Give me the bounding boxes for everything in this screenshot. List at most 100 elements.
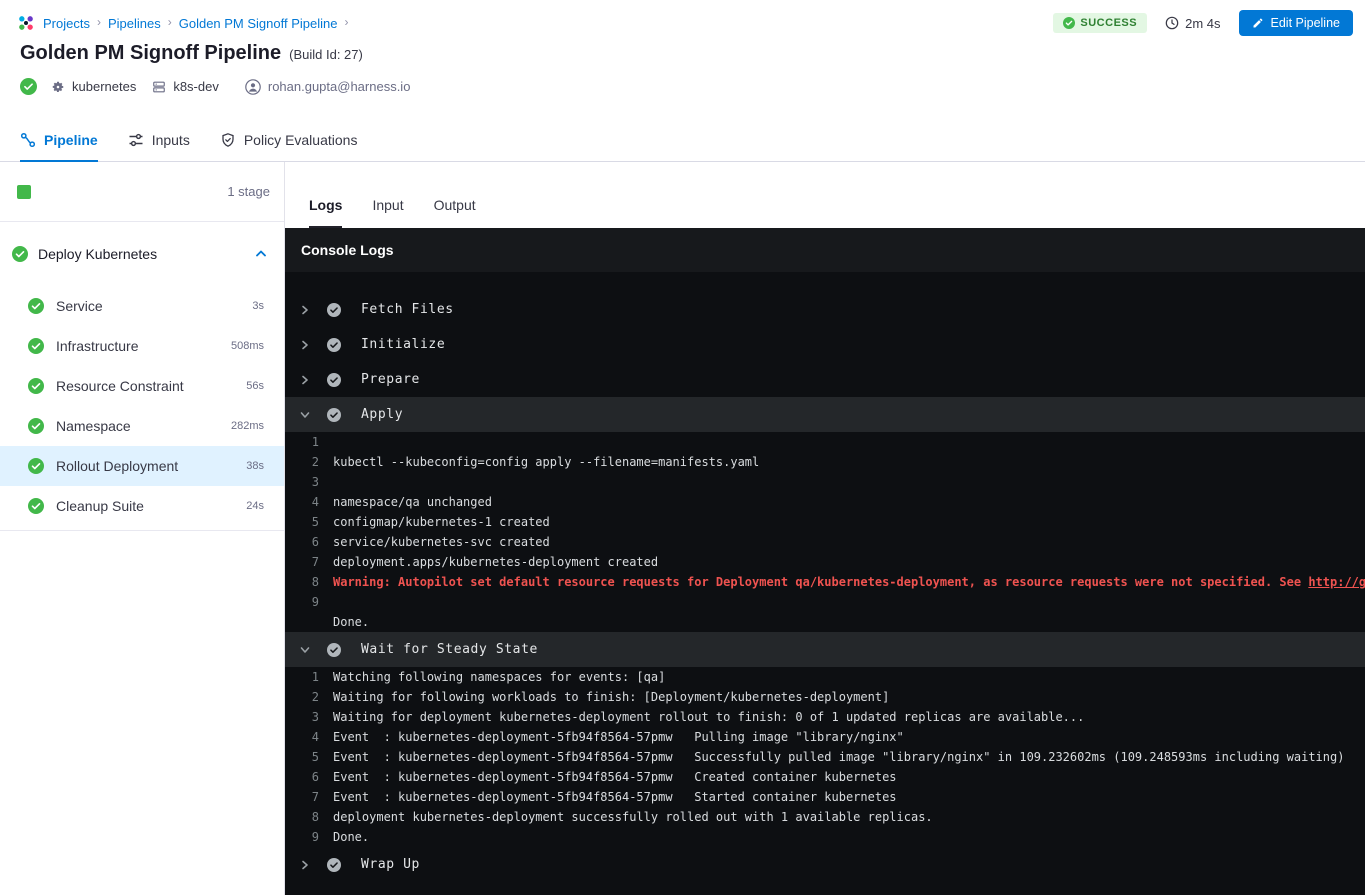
console-body[interactable]: Fetch FilesInitializePrepareApply12kubec… bbox=[285, 272, 1365, 895]
chevron-down-icon[interactable] bbox=[299, 645, 311, 655]
log-line: 7deployment.apps/kubernetes-deployment c… bbox=[285, 552, 1365, 572]
section-success-icon bbox=[327, 373, 341, 387]
step-success-icon bbox=[28, 458, 44, 474]
log-line: 8Warning: Autopilot set default resource… bbox=[285, 572, 1365, 592]
line-number: 7 bbox=[285, 787, 319, 807]
line-number: 6 bbox=[285, 532, 319, 552]
chevron-right-icon[interactable] bbox=[299, 340, 311, 350]
step-name: Namespace bbox=[56, 418, 219, 434]
line-text: Done. bbox=[319, 612, 369, 632]
line-text bbox=[319, 432, 333, 452]
console: Console Logs Fetch FilesInitializePrepar… bbox=[285, 228, 1365, 895]
log-section-wait-for-steady-state[interactable]: Wait for Steady State bbox=[285, 632, 1365, 667]
line-text: kubectl --kubeconfig=config apply --file… bbox=[319, 452, 759, 472]
line-number: 3 bbox=[285, 472, 319, 492]
step-name: Rollout Deployment bbox=[56, 458, 234, 474]
log-tab-input[interactable]: Input bbox=[372, 197, 403, 228]
cluster-icon bbox=[152, 80, 166, 94]
line-number: 1 bbox=[285, 667, 319, 687]
log-tab-output[interactable]: Output bbox=[434, 197, 476, 228]
line-number: 9 bbox=[285, 592, 319, 612]
log-section-prepare[interactable]: Prepare bbox=[285, 362, 1365, 397]
line-number: 4 bbox=[285, 492, 319, 512]
edit-pipeline-button[interactable]: Edit Pipeline bbox=[1239, 10, 1354, 36]
log-section-name: Initialize bbox=[361, 337, 445, 352]
line-text: Waiting for deployment kubernetes-deploy… bbox=[319, 707, 1084, 727]
log-link[interactable]: http://g bbox=[1308, 575, 1365, 589]
chevron-right-icon[interactable] bbox=[299, 375, 311, 385]
step-cleanup-suite[interactable]: Cleanup Suite24s bbox=[0, 486, 284, 526]
log-line: 3Waiting for deployment kubernetes-deplo… bbox=[285, 707, 1365, 727]
log-line: 8deployment kubernetes-deployment succes… bbox=[285, 807, 1365, 827]
breadcrumb-link-golden-pm-signoff-pipeline[interactable]: Golden PM Signoff Pipeline bbox=[179, 16, 338, 31]
chevron-right-icon[interactable] bbox=[299, 860, 311, 870]
line-text bbox=[319, 472, 333, 492]
stage-count: 1 stage bbox=[227, 184, 270, 199]
section-success-icon bbox=[327, 408, 341, 422]
log-line: 6service/kubernetes-svc created bbox=[285, 532, 1365, 552]
log-section-name: Wrap Up bbox=[361, 857, 420, 872]
breadcrumb-link-pipelines[interactable]: Pipelines bbox=[108, 16, 161, 31]
pipeline-execution-page: Projects›Pipelines›Golden PM Signoff Pip… bbox=[0, 0, 1365, 895]
log-section-initialize[interactable]: Initialize bbox=[285, 327, 1365, 362]
step-rollout-deployment[interactable]: Rollout Deployment38s bbox=[0, 446, 284, 486]
top-bar: Projects›Pipelines›Golden PM Signoff Pip… bbox=[0, 0, 1365, 40]
line-number: 9 bbox=[285, 827, 319, 847]
log-line: 4Event : kubernetes-deployment-5fb94f856… bbox=[285, 727, 1365, 747]
log-line: 9Done. bbox=[285, 827, 1365, 847]
chevron-up-icon[interactable] bbox=[254, 247, 268, 261]
line-number: 8 bbox=[285, 572, 319, 592]
log-line: 3 bbox=[285, 472, 1365, 492]
tab-label: Policy Evaluations bbox=[244, 132, 358, 148]
cluster-name: k8s-dev bbox=[173, 79, 219, 94]
log-section-apply[interactable]: Apply bbox=[285, 397, 1365, 432]
stage-success-icon bbox=[12, 246, 28, 262]
step-service[interactable]: Service3s bbox=[0, 286, 284, 326]
tab-policy-evaluations[interactable]: Policy Evaluations bbox=[220, 132, 358, 162]
clock-icon bbox=[1165, 16, 1179, 30]
stage-row-deploy-kubernetes[interactable]: Deploy Kubernetes bbox=[0, 222, 284, 286]
step-namespace[interactable]: Namespace 282ms bbox=[0, 406, 284, 446]
breadcrumb-separator: › bbox=[168, 15, 172, 29]
line-text: deployment kubernetes-deployment success… bbox=[319, 807, 933, 827]
line-number: 2 bbox=[285, 452, 319, 472]
log-line: 5configmap/kubernetes-1 created bbox=[285, 512, 1365, 532]
tab-inputs[interactable]: Inputs bbox=[128, 132, 190, 162]
status-badge: SUCCESS bbox=[1053, 13, 1147, 33]
stage-status-square bbox=[17, 185, 31, 199]
line-text: Warning: Autopilot set default resource … bbox=[319, 572, 1365, 592]
main-content: 1 stage Deploy Kubernetes Service3sInfra… bbox=[0, 162, 1365, 895]
log-tab-logs[interactable]: Logs bbox=[309, 197, 342, 228]
main-tabs: Pipeline Inputs Policy Evaluations bbox=[0, 132, 1365, 162]
section-success-icon bbox=[327, 338, 341, 352]
chevron-right-icon[interactable] bbox=[299, 305, 311, 315]
line-number: 5 bbox=[285, 512, 319, 532]
harness-logo-icon[interactable] bbox=[16, 13, 36, 33]
step-duration: 56s bbox=[246, 380, 264, 392]
stage-summary: 1 stage bbox=[0, 162, 284, 222]
line-text: configmap/kubernetes-1 created bbox=[319, 512, 550, 532]
tab-pipeline[interactable]: Pipeline bbox=[20, 132, 98, 162]
log-section-fetch-files[interactable]: Fetch Files bbox=[285, 292, 1365, 327]
step-resource-constraint[interactable]: Resource Constraint 56s bbox=[0, 366, 284, 406]
section-success-icon bbox=[327, 858, 341, 872]
title-row: Golden PM Signoff Pipeline (Build Id: 27… bbox=[0, 40, 1365, 65]
chevron-down-icon[interactable] bbox=[299, 410, 311, 420]
line-text bbox=[319, 592, 333, 612]
log-section-wrap-up[interactable]: Wrap Up bbox=[285, 847, 1365, 882]
line-number: 8 bbox=[285, 807, 319, 827]
section-success-icon bbox=[327, 303, 341, 317]
log-line: 1 bbox=[285, 432, 1365, 452]
step-name: Resource Constraint bbox=[56, 378, 234, 394]
log-block-wait-for-steady-state: 1Watching following namespaces for event… bbox=[285, 667, 1365, 847]
step-list: Service3sInfrastructure508msResource Con… bbox=[0, 286, 284, 531]
step-duration: 282ms bbox=[231, 420, 264, 432]
environment-success-icon bbox=[20, 78, 37, 95]
line-text: Watching following namespaces for events… bbox=[319, 667, 665, 687]
breadcrumb-link-projects[interactable]: Projects bbox=[43, 16, 90, 31]
step-infrastructure[interactable]: Infrastructure508ms bbox=[0, 326, 284, 366]
line-text: Event : kubernetes-deployment-5fb94f8564… bbox=[319, 727, 904, 747]
log-tabs: Logs Input Output bbox=[285, 162, 1365, 228]
page-title: Golden PM Signoff Pipeline bbox=[20, 42, 281, 65]
line-number: 1 bbox=[285, 432, 319, 452]
